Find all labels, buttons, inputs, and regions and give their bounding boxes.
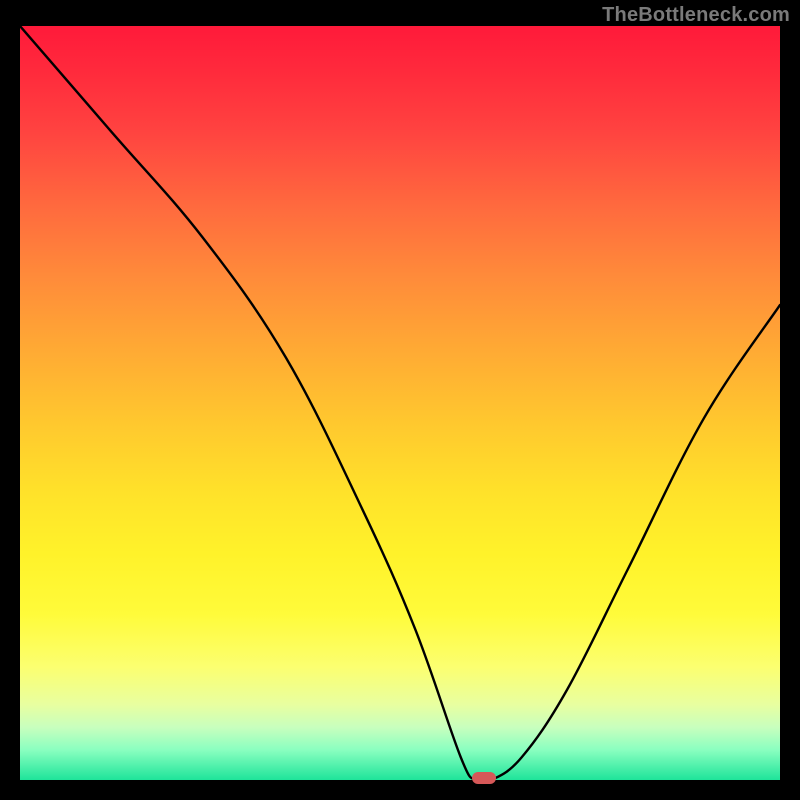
chart-frame: TheBottleneck.com [0, 0, 800, 800]
optimum-marker [472, 772, 496, 784]
plot-area [20, 26, 780, 780]
watermark-text: TheBottleneck.com [602, 4, 790, 27]
bottleneck-curve-path [20, 26, 780, 780]
curve-svg [20, 26, 780, 780]
